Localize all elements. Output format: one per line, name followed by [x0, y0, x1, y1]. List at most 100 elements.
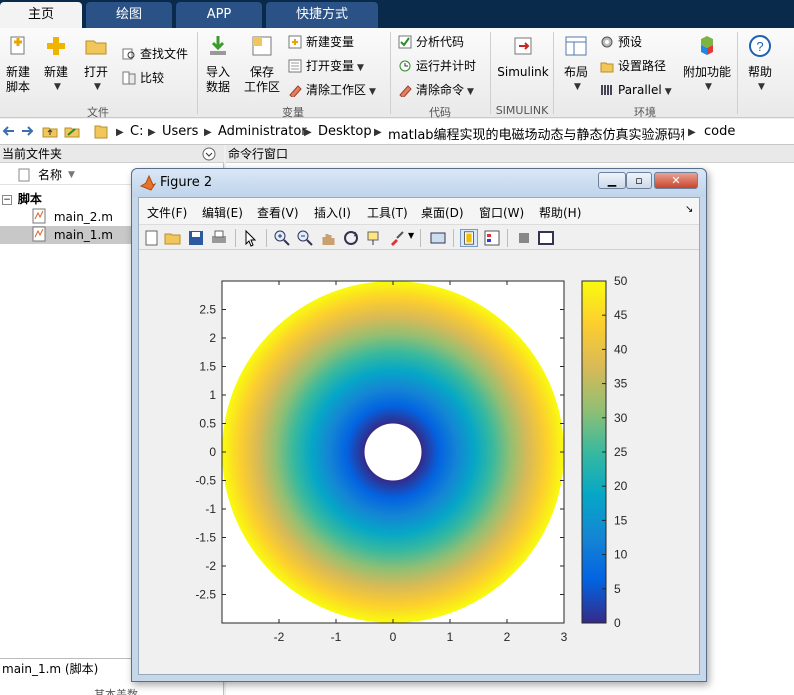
find-files-button[interactable]: 查找文件 [122, 44, 188, 64]
figure-title: Figure 2 [160, 175, 213, 190]
menu-window[interactable]: 窗口(W) [479, 204, 524, 221]
zoom-in-icon[interactable] [273, 229, 291, 247]
minimize-button[interactable]: ▁ [598, 172, 626, 189]
import-data-button[interactable]: 导入 数据 [200, 34, 236, 95]
m-file-icon [32, 226, 46, 242]
compare-button[interactable]: 比较 [122, 68, 164, 88]
new-figure-icon[interactable] [143, 229, 161, 247]
divider [490, 32, 491, 114]
maximize-button[interactable]: ▫ [626, 172, 652, 189]
print-icon[interactable] [210, 229, 228, 247]
new-button[interactable]: 新建 ▼ [38, 34, 74, 95]
hide-tools-icon[interactable] [515, 229, 533, 247]
menu-tools[interactable]: 工具(T) [367, 204, 408, 221]
menu-file[interactable]: 文件(F) [147, 204, 187, 221]
chevron-down-icon: ▼ [705, 82, 712, 92]
open-icon[interactable] [164, 229, 182, 247]
chevron-down-icon[interactable]: ▼ [408, 231, 414, 240]
breadcrumb-desktop[interactable]: Desktop [318, 124, 372, 139]
divider [553, 32, 554, 114]
back-icon[interactable] [2, 124, 16, 138]
forward-icon[interactable] [20, 124, 34, 138]
simulink-button[interactable]: Simulink [496, 34, 550, 80]
chevron-down-icon: ▼ [664, 87, 672, 97]
file-type-column-icon [18, 168, 30, 182]
pan-icon[interactable] [319, 229, 337, 247]
y-tick-label: 0 [209, 445, 216, 459]
x-tick-label: 1 [447, 630, 454, 644]
save-workspace-button[interactable]: 保存 工作区 [242, 34, 282, 95]
new-script-label-1: 新建 [5, 65, 30, 79]
breadcrumb-administrator[interactable]: Administrator [218, 124, 307, 139]
figure-window[interactable]: Figure 2 ▁ ▫ ✕ 文件(F) 编辑(E) 查看(V) 插入(I) 工… [131, 168, 707, 682]
analyze-code-button[interactable]: 分析代码 [398, 32, 464, 52]
open-variable-label: 打开变量 [306, 59, 355, 73]
clear-commands-button[interactable]: 清除命令 ▼ [398, 80, 474, 100]
brush-icon[interactable] [388, 229, 406, 247]
new-variable-button[interactable]: 新建变量 [288, 32, 354, 52]
divider [507, 229, 508, 247]
dock-icon[interactable] [537, 229, 555, 247]
tab-shortcuts[interactable]: 快捷方式 [266, 2, 378, 28]
colorbar-tick-label: 20 [614, 479, 628, 493]
menu-view[interactable]: 查看(V) [257, 204, 299, 221]
close-button[interactable]: ✕ [654, 172, 698, 189]
breadcrumb-drive[interactable]: C: [130, 124, 143, 139]
run-and-time-button[interactable]: 运行并计时 [398, 56, 476, 76]
set-path-button[interactable]: 设置路径 [600, 56, 666, 76]
menu-help[interactable]: 帮助(H) [539, 204, 581, 221]
current-folder-address-bar[interactable]: ▶ C: ▶ Users ▶ Administrator ▶ Desktop ▶… [0, 119, 794, 145]
up-folder-icon[interactable] [42, 123, 58, 139]
breadcrumb-users[interactable]: Users [162, 124, 198, 139]
zoom-out-icon[interactable] [296, 229, 314, 247]
parallel-label: Parallel [618, 83, 662, 97]
open-button[interactable]: 打开 ▼ [78, 34, 114, 95]
breadcrumb-sep: ▶ [688, 127, 696, 138]
open-variable-button[interactable]: 打开变量 ▼ [288, 56, 364, 76]
browse-folder-icon[interactable] [64, 123, 80, 139]
plot-axes[interactable]: -2 -1 0 1 2 3 2.5 2 1.5 1 0.5 0 -0.5 -1 -1.5 -2 -2.5 [195, 280, 568, 644]
group-label-variable: 变量 [282, 106, 304, 119]
rotate-icon[interactable] [342, 229, 360, 247]
annulus-plot[interactable]: -2 -1 0 1 2 32.521.510.50-0.5-1-1.5-2-2.5 504… [139, 251, 699, 674]
x-tick-label: -1 [331, 630, 342, 644]
colorbar[interactable]: 50454035302520151050 [581, 274, 628, 630]
tab-home[interactable]: 主页 [0, 2, 82, 28]
run-and-time-label: 运行并计时 [416, 59, 477, 73]
menu-edit[interactable]: 编辑(E) [202, 204, 243, 221]
breadcrumb-sep: ▶ [374, 127, 382, 138]
colorbar-icon[interactable] [460, 229, 478, 247]
figure-menubar: 文件(F) 编辑(E) 查看(V) 插入(I) 工具(T) 桌面(D) 窗口(W… [139, 198, 699, 224]
import-label-1: 导入 [205, 65, 230, 79]
colorbar-tick-label: 30 [614, 411, 628, 425]
layout-label: 布局 [563, 65, 588, 79]
preferences-button[interactable]: 预设 [600, 32, 642, 52]
addons-button[interactable]: 附加功能 ▼ [682, 34, 732, 95]
breadcrumb-code[interactable]: code [704, 124, 735, 139]
simulink-icon [514, 37, 532, 55]
new-script-button[interactable]: 新建 脚本 [0, 34, 36, 95]
pointer-icon[interactable] [242, 229, 260, 247]
data-cursor-icon[interactable] [365, 229, 383, 247]
collapse-icon[interactable]: − [2, 195, 12, 205]
undock-arrow-icon[interactable]: ↘ [685, 204, 693, 215]
save-icon[interactable] [187, 229, 205, 247]
figure-title-bar[interactable]: Figure 2 ▁ ▫ ✕ [132, 169, 706, 197]
plot-canvas[interactable]: -2 -1 0 1 2 3 2.5 2 1.5 1 0.5 0 -0.5 -1 -1.5 -2 -2.5 50 4… [139, 251, 699, 674]
clear-workspace-button[interactable]: 清除工作区 ▼ [288, 80, 376, 100]
tab-plots[interactable]: 绘图 [86, 2, 172, 28]
menu-desktop[interactable]: 桌面(D) [421, 204, 464, 221]
link-icon[interactable] [429, 229, 447, 247]
clear-commands-icon [399, 85, 412, 97]
legend-icon[interactable] [483, 229, 501, 247]
menu-insert[interactable]: 插入(I) [314, 204, 351, 221]
help-button[interactable]: ? 帮助 ▼ [742, 34, 778, 95]
layout-button[interactable]: 布局 ▼ [558, 34, 594, 95]
group-label-code: 代码 [429, 106, 451, 119]
breadcrumb-project-folder[interactable]: matlab编程实现的电磁场动态与静态仿真实验源码程序 [388, 124, 684, 143]
colorbar-tick-label: 0 [614, 616, 621, 630]
panel-menu-icon[interactable] [202, 147, 216, 161]
parallel-button[interactable]: Parallel ▼ [600, 80, 672, 100]
chevron-down-icon: ▼ [54, 82, 61, 92]
tab-apps[interactable]: APP [176, 2, 262, 28]
